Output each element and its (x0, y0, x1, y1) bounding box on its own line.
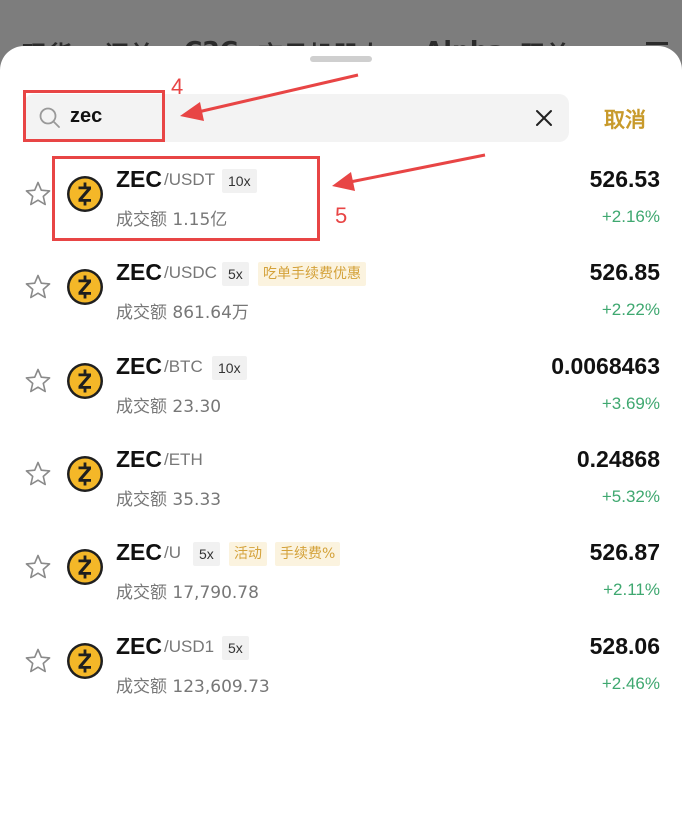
price-change: +3.69% (601, 394, 660, 413)
price-change: +2.46% (601, 674, 660, 693)
volume-text: 成交额 23.30 (116, 397, 222, 417)
zcash-coin-icon (67, 456, 103, 492)
price-change: +5.32% (601, 487, 660, 506)
volume-text: 成交额 17,790.78 (116, 583, 259, 603)
annotation-box-result (52, 156, 320, 241)
pair-base: ZEC (116, 259, 162, 285)
pair-quote: /USDC (164, 263, 217, 282)
annotation-box-search (23, 90, 165, 142)
leverage-badge: 10x (212, 356, 247, 380)
last-price: 528.06 (589, 633, 660, 659)
pair-base: ZEC (116, 353, 162, 379)
volume-text: 成交额 861.64万 (116, 303, 249, 323)
pair-quote: /U (164, 543, 181, 562)
last-price: 0.0068463 (551, 353, 660, 379)
leverage-badge: 5x (222, 262, 249, 286)
close-icon[interactable] (533, 107, 555, 129)
volume-text: 成交额 35.33 (116, 490, 222, 510)
volume-text: 成交额 123,609.73 (116, 677, 270, 697)
star-icon[interactable] (24, 180, 52, 208)
list-item[interactable]: ZEC/USD1 5x 成交额 123,609.73 528.06 +2.46% (0, 620, 682, 713)
pair-quote: /BTC (164, 357, 203, 376)
leverage-badge: 5x (222, 636, 249, 660)
annotation-label: 4 (171, 74, 184, 99)
promo-tag: 吃单手续费优惠 (258, 262, 366, 286)
zcash-coin-icon (67, 363, 103, 399)
star-icon[interactable] (24, 553, 52, 581)
last-price: 0.24868 (576, 446, 660, 472)
last-price: 526.87 (589, 539, 660, 565)
pair-base: ZEC (116, 633, 162, 659)
pair-quote: /ETH (164, 450, 203, 469)
sheet-grabber[interactable] (310, 56, 372, 62)
zcash-coin-icon (67, 269, 103, 305)
list-item[interactable]: ZEC/BTC 10x 成交额 23.30 0.0068463 +3.69% (0, 340, 682, 433)
price-change: +2.11% (603, 580, 660, 599)
list-item[interactable]: ZEC/ETH 成交额 35.33 0.24868 +5.32% (0, 433, 682, 526)
pair-quote: /USD1 (164, 637, 215, 656)
promo-tag: 手续费% (275, 542, 341, 566)
star-icon[interactable] (24, 460, 52, 488)
last-price: 526.85 (589, 259, 660, 285)
list-item[interactable]: ZEC/USDC 5x 吃单手续费优惠 成交额 861.64万 526.85 +2.22% (0, 246, 682, 339)
leverage-badge: 5x (193, 542, 220, 566)
list-item[interactable]: ZEC/U 5x 活动 手续费% 成交额 17,790.78 526.87 +2.11% (0, 526, 682, 619)
price-change: +2.16% (601, 207, 660, 226)
last-price: 526.53 (589, 166, 660, 192)
price-change: +2.22% (601, 300, 660, 319)
zcash-coin-icon (67, 549, 103, 585)
zcash-coin-icon (67, 643, 103, 679)
cancel-button[interactable]: 取消 (604, 104, 646, 134)
star-icon[interactable] (24, 273, 52, 301)
star-icon[interactable] (24, 367, 52, 395)
star-icon[interactable] (24, 647, 52, 675)
menu-icon (646, 42, 668, 45)
pair-base: ZEC (116, 446, 162, 472)
promo-tag: 活动 (229, 542, 267, 566)
pair-base: ZEC (116, 539, 162, 565)
annotation-label: 5 (335, 203, 348, 228)
